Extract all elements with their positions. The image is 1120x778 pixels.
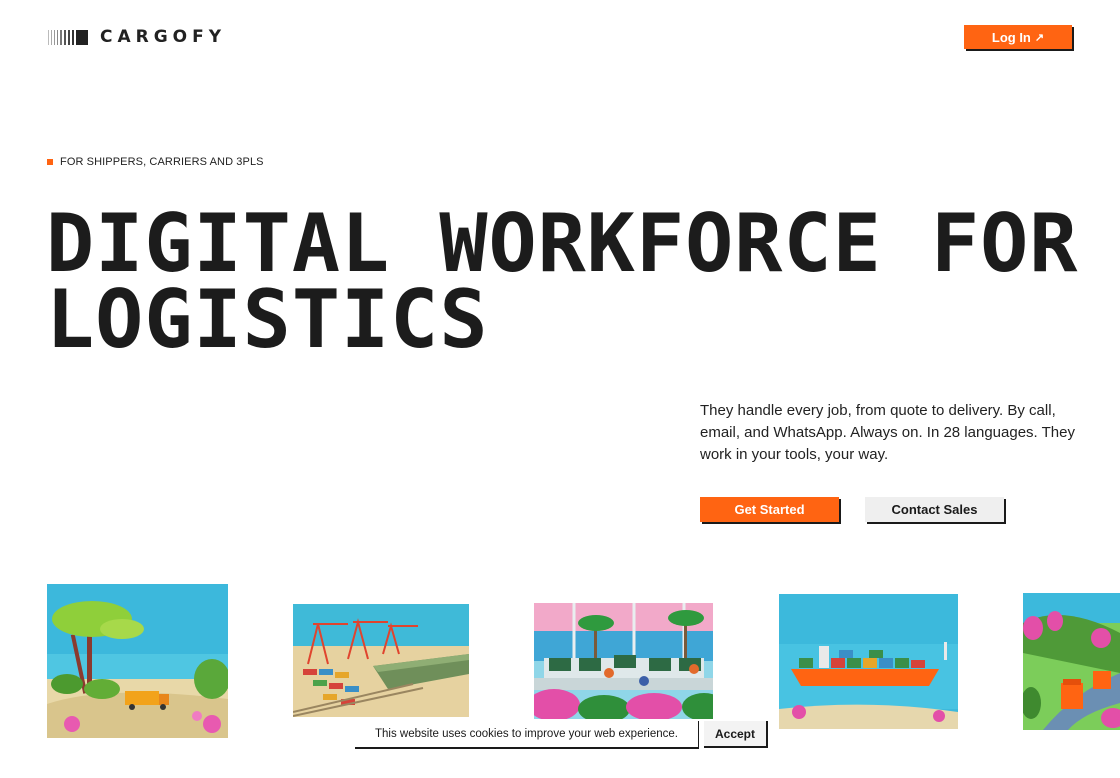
page: CARGOFY Log In ↗ FOR SHIPPERS, CARRIERS … bbox=[0, 0, 1120, 778]
login-button[interactable]: Log In ↗ bbox=[964, 25, 1072, 49]
headline-line-2: LOGISTICS bbox=[46, 273, 489, 366]
container-port-cranes-illustration bbox=[293, 604, 469, 717]
control-room-operators-illustration bbox=[534, 603, 713, 719]
orange-square-icon bbox=[47, 159, 53, 165]
container-ship-illustration bbox=[779, 594, 958, 729]
mountain-road-trucks-illustration bbox=[1023, 593, 1120, 730]
login-label: Log In bbox=[991, 29, 1031, 45]
arrow-up-right-icon: ↗ bbox=[1034, 31, 1045, 44]
contact-sales-button[interactable]: Contact Sales bbox=[865, 497, 1004, 522]
get-started-button[interactable]: Get Started bbox=[700, 497, 839, 522]
coastal-road-truck-illustration bbox=[47, 584, 228, 738]
logo-barcode-icon bbox=[48, 29, 90, 45]
eyebrow-text: FOR SHIPPERS, CARRIERS AND 3PLS bbox=[60, 156, 264, 168]
hero-headline: DIGITAL WORKFORCE FOR LOGISTICS bbox=[46, 204, 1078, 360]
cargofy-logo[interactable]: CARGOFY bbox=[48, 27, 227, 47]
cookie-banner: This website uses cookies to improve you… bbox=[355, 721, 699, 749]
logo-text: CARGOFY bbox=[100, 27, 227, 47]
cookie-message: This website uses cookies to improve you… bbox=[375, 728, 678, 740]
hero-eyebrow: FOR SHIPPERS, CARRIERS AND 3PLS bbox=[47, 156, 264, 168]
cookie-accept-button[interactable]: Accept bbox=[704, 721, 768, 748]
hero-subtext: They handle every job, from quote to del… bbox=[700, 402, 1075, 463]
